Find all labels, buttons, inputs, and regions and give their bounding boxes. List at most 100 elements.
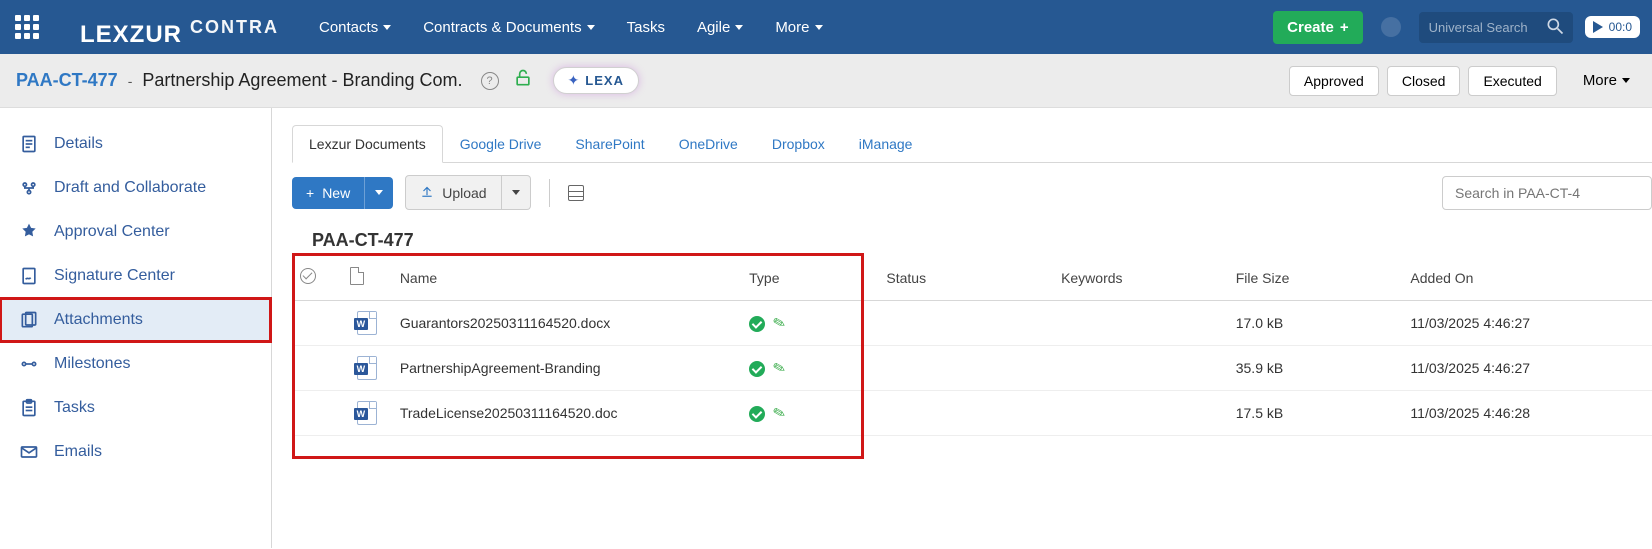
plus-icon: + (306, 185, 314, 201)
milestones-icon (18, 354, 40, 374)
col-added[interactable]: Added On (1402, 255, 1652, 301)
new-label: New (322, 185, 350, 201)
sidebar-item-signature[interactable]: Signature Center (0, 254, 271, 298)
timer-widget[interactable]: 00:0 (1585, 16, 1640, 38)
nav-agile[interactable]: Agile (697, 19, 743, 36)
sidebar-item-draft[interactable]: Draft and Collaborate (0, 166, 271, 210)
lexa-badge[interactable]: ✦ LEXA (553, 67, 639, 94)
search-icon[interactable] (1545, 16, 1565, 39)
approval-icon (18, 222, 40, 242)
tab-onedrive[interactable]: OneDrive (662, 125, 755, 163)
nav-label: More (775, 19, 809, 36)
table-row[interactable]: PartnershipAgreement-Branding ✎ 35.9 kB … (292, 346, 1652, 391)
select-all-icon[interactable] (300, 268, 316, 284)
universal-search-input[interactable] (1427, 19, 1537, 36)
plus-icon: + (1340, 19, 1349, 36)
word-file-icon (357, 401, 377, 425)
nav-label: Contacts (319, 19, 378, 36)
nav-label: Tasks (627, 19, 665, 36)
caret-down-icon (1622, 78, 1630, 83)
sidebar-item-label: Milestones (54, 355, 130, 373)
col-status[interactable]: Status (878, 255, 1053, 301)
file-table: Name Type Status Keywords File Size Adde… (292, 255, 1652, 436)
tab-sharepoint[interactable]: SharePoint (558, 125, 661, 163)
status-executed-button[interactable]: Executed (1468, 66, 1556, 96)
more-button[interactable]: More (1577, 71, 1636, 90)
file-size: 17.0 kB (1228, 301, 1403, 346)
col-keywords[interactable]: Keywords (1053, 255, 1228, 301)
nav-tasks[interactable]: Tasks (627, 19, 665, 36)
file-table-wrap: Name Type Status Keywords File Size Adde… (292, 255, 1652, 436)
help-icon[interactable]: ? (481, 72, 499, 90)
brand-sub: CONTRA (190, 17, 279, 38)
nav-contacts[interactable]: Contacts (319, 19, 391, 36)
document-id[interactable]: PAA-CT-477 (16, 70, 118, 91)
sidebar-item-approval[interactable]: Approval Center (0, 210, 271, 254)
new-button[interactable]: + New (292, 177, 364, 209)
sidebar-item-details[interactable]: Details (0, 122, 271, 166)
file-added: 11/03/2025 4:46:28 (1402, 391, 1652, 436)
signature-pen-icon: ✎ (771, 312, 788, 333)
status-closed-button[interactable]: Closed (1387, 66, 1461, 96)
document-header: PAA-CT-477 - Partnership Agreement - Bra… (0, 54, 1652, 108)
new-button-group: + New (292, 177, 393, 209)
check-icon (749, 361, 765, 377)
brand-logo[interactable]: LEXZUR CONTRA (60, 5, 279, 49)
upload-icon (420, 184, 434, 201)
nav-label: Contracts & Documents (423, 19, 581, 36)
tab-google-drive[interactable]: Google Drive (443, 125, 559, 163)
table-row[interactable]: Guarantors20250311164520.docx ✎ 17.0 kB … (292, 301, 1652, 346)
file-name[interactable]: TradeLicense20250311164520.doc (392, 391, 741, 436)
nav-contracts[interactable]: Contracts & Documents (423, 19, 594, 36)
file-added: 11/03/2025 4:46:27 (1402, 301, 1652, 346)
divider (549, 179, 550, 207)
collaborate-icon (18, 178, 40, 198)
folder-title: PAA-CT-477 (312, 230, 1652, 251)
sidebar-item-emails[interactable]: Emails (0, 430, 271, 474)
upload-dropdown-button[interactable] (502, 175, 531, 210)
main-panel: Lexzur Documents Google Drive SharePoint… (272, 108, 1652, 548)
word-file-icon (357, 356, 377, 380)
sidebar-item-label: Emails (54, 443, 102, 461)
status-approved-button[interactable]: Approved (1289, 66, 1379, 96)
signature-pen-icon: ✎ (771, 402, 788, 423)
brand-main: LEXZUR (60, 5, 182, 49)
col-filesize[interactable]: File Size (1228, 255, 1403, 301)
col-type[interactable]: Type (741, 255, 878, 301)
new-dropdown-button[interactable] (364, 177, 393, 209)
document-title: Partnership Agreement - Branding Com. (142, 70, 462, 91)
tab-dropbox[interactable]: Dropbox (755, 125, 842, 163)
tab-imanage[interactable]: iManage (842, 125, 930, 163)
list-view-icon[interactable] (568, 185, 584, 201)
sidebar-item-attachments[interactable]: Attachments (0, 298, 271, 342)
nav-more[interactable]: More (775, 19, 822, 36)
file-toolbar: + New Upload (292, 163, 1652, 222)
upload-label: Upload (442, 185, 486, 201)
signature-pen-icon: ✎ (771, 357, 788, 378)
sidebar-item-label: Approval Center (54, 223, 170, 241)
tab-lexzur-documents[interactable]: Lexzur Documents (292, 125, 443, 163)
table-row[interactable]: TradeLicense20250311164520.doc ✎ 17.5 kB… (292, 391, 1652, 436)
sidebar-item-milestones[interactable]: Milestones (0, 342, 271, 386)
attachments-icon (18, 310, 40, 330)
caret-down-icon (587, 25, 595, 30)
unlock-icon[interactable] (513, 68, 533, 93)
sidebar-item-label: Details (54, 135, 103, 153)
folder-search-input[interactable] (1442, 176, 1652, 210)
sidebar-item-tasks[interactable]: Tasks (0, 386, 271, 430)
create-button[interactable]: Create + (1273, 11, 1362, 44)
notification-icon[interactable] (1381, 17, 1401, 37)
top-nav: LEXZUR CONTRA Contacts Contracts & Docum… (0, 0, 1652, 54)
file-name[interactable]: Guarantors20250311164520.docx (392, 301, 741, 346)
word-file-icon (357, 311, 377, 335)
col-select[interactable] (292, 255, 342, 301)
file-size: 35.9 kB (1228, 346, 1403, 391)
apps-launcher-icon[interactable] (12, 12, 42, 42)
col-name[interactable]: Name (392, 255, 741, 301)
create-label: Create (1287, 19, 1334, 36)
universal-search[interactable] (1419, 12, 1573, 43)
file-name[interactable]: PartnershipAgreement-Branding (392, 346, 741, 391)
caret-down-icon (815, 25, 823, 30)
upload-button[interactable]: Upload (405, 175, 501, 210)
more-label: More (1583, 72, 1617, 89)
